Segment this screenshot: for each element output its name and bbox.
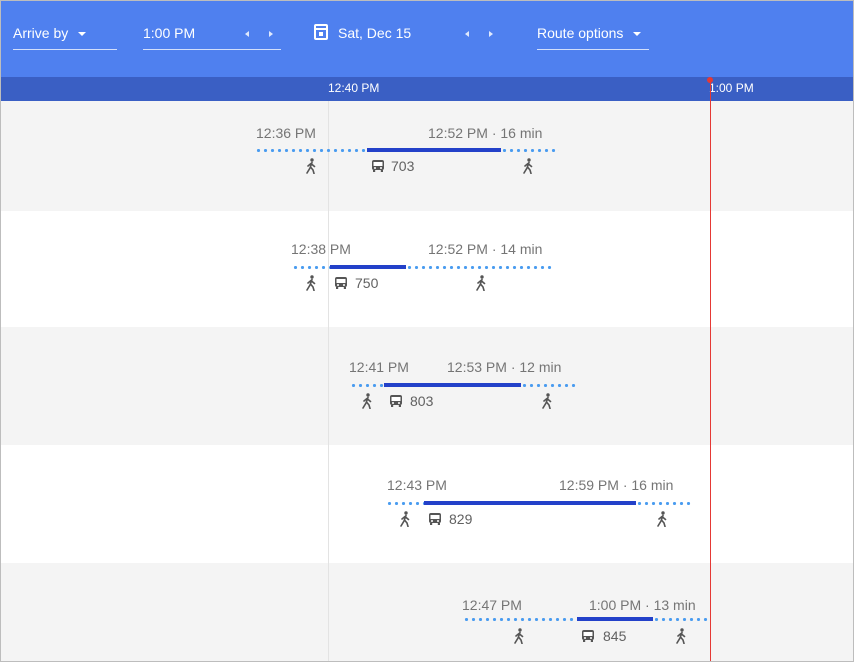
next-day-icon[interactable] bbox=[489, 31, 493, 37]
transit-timeline-panel: Arrive by 1:00 PM Sat, Dec 15 Route opti… bbox=[0, 0, 854, 662]
trip-depart-time: 12:47 PM bbox=[462, 597, 522, 613]
route-options-label: Route options bbox=[537, 25, 624, 41]
chevron-down-icon bbox=[78, 32, 87, 36]
walk-segment bbox=[501, 149, 559, 152]
current-time-marker bbox=[707, 77, 713, 83]
walk-icon bbox=[362, 393, 372, 409]
toolbar: Arrive by 1:00 PM Sat, Dec 15 Route opti… bbox=[1, 1, 853, 77]
walk-segment bbox=[636, 502, 692, 505]
bus-icon bbox=[429, 513, 441, 525]
time-ruler: 12:40 PM 1:00 PM bbox=[1, 77, 853, 101]
walk-icon bbox=[523, 158, 533, 174]
bus-segment bbox=[384, 383, 521, 387]
arrive-by-dropdown[interactable]: Arrive by bbox=[13, 25, 117, 50]
walk-icon bbox=[542, 393, 552, 409]
route-number: 829 bbox=[449, 511, 473, 527]
walk-segment bbox=[521, 384, 577, 387]
time-selector[interactable]: 1:00 PM bbox=[143, 25, 281, 50]
walk-segment bbox=[463, 618, 577, 621]
date-value: Sat, Dec 15 bbox=[338, 25, 412, 41]
walk-segment bbox=[386, 502, 424, 505]
bus-icon bbox=[335, 277, 347, 289]
date-selector[interactable]: Sat, Dec 15 bbox=[338, 25, 411, 41]
ruler-label-1240: 12:40 PM bbox=[328, 81, 380, 95]
route-number: 845 bbox=[603, 628, 627, 644]
walk-icon bbox=[476, 275, 486, 291]
previous-time-icon[interactable] bbox=[245, 31, 249, 37]
walk-segment bbox=[255, 149, 367, 152]
trip-arrive-duration: 12:52 PM · 16 min bbox=[428, 125, 543, 141]
route-number: 803 bbox=[410, 393, 434, 409]
next-time-icon[interactable] bbox=[269, 31, 273, 37]
bus-segment bbox=[577, 617, 653, 621]
current-time-line bbox=[710, 79, 711, 661]
walk-segment bbox=[292, 266, 330, 269]
trip-arrive-duration: 12:52 PM · 14 min bbox=[428, 241, 543, 257]
trip-row-1[interactable] bbox=[1, 101, 853, 211]
walk-segment bbox=[406, 266, 554, 269]
trip-arrive-duration: 1:00 PM · 13 min bbox=[589, 597, 696, 613]
bus-segment bbox=[330, 265, 406, 269]
route-options-dropdown[interactable]: Route options bbox=[537, 25, 649, 50]
previous-day-icon[interactable] bbox=[465, 31, 469, 37]
trip-depart-time: 12:43 PM bbox=[387, 477, 447, 493]
walk-icon bbox=[657, 511, 667, 527]
bus-segment bbox=[367, 148, 501, 152]
route-number: 703 bbox=[391, 158, 415, 174]
walk-icon bbox=[306, 275, 316, 291]
bus-icon bbox=[390, 395, 402, 407]
walk-icon bbox=[306, 158, 316, 174]
trip-arrive-duration: 12:53 PM · 12 min bbox=[447, 359, 562, 375]
walk-icon bbox=[514, 628, 524, 644]
trip-depart-time: 12:41 PM bbox=[349, 359, 409, 375]
arrive-by-label: Arrive by bbox=[13, 25, 69, 41]
walk-icon bbox=[400, 511, 410, 527]
chevron-down-icon bbox=[633, 32, 642, 36]
route-number: 750 bbox=[355, 275, 379, 291]
gridline-1240 bbox=[328, 101, 329, 661]
bus-segment bbox=[424, 501, 636, 505]
trip-depart-time: 12:36 PM bbox=[256, 125, 316, 141]
walk-icon bbox=[676, 628, 686, 644]
trip-row-5[interactable] bbox=[1, 563, 853, 661]
trip-arrive-duration: 12:59 PM · 16 min bbox=[559, 477, 674, 493]
bus-icon bbox=[582, 630, 594, 642]
bus-icon bbox=[372, 160, 384, 172]
walk-segment bbox=[653, 618, 711, 621]
trip-row-2[interactable] bbox=[1, 211, 853, 327]
time-value: 1:00 PM bbox=[143, 25, 196, 41]
trip-depart-time: 12:38 PM bbox=[291, 241, 351, 257]
walk-segment bbox=[350, 384, 384, 387]
ruler-label-1300: 1:00 PM bbox=[709, 81, 754, 95]
calendar-icon[interactable] bbox=[314, 24, 328, 40]
